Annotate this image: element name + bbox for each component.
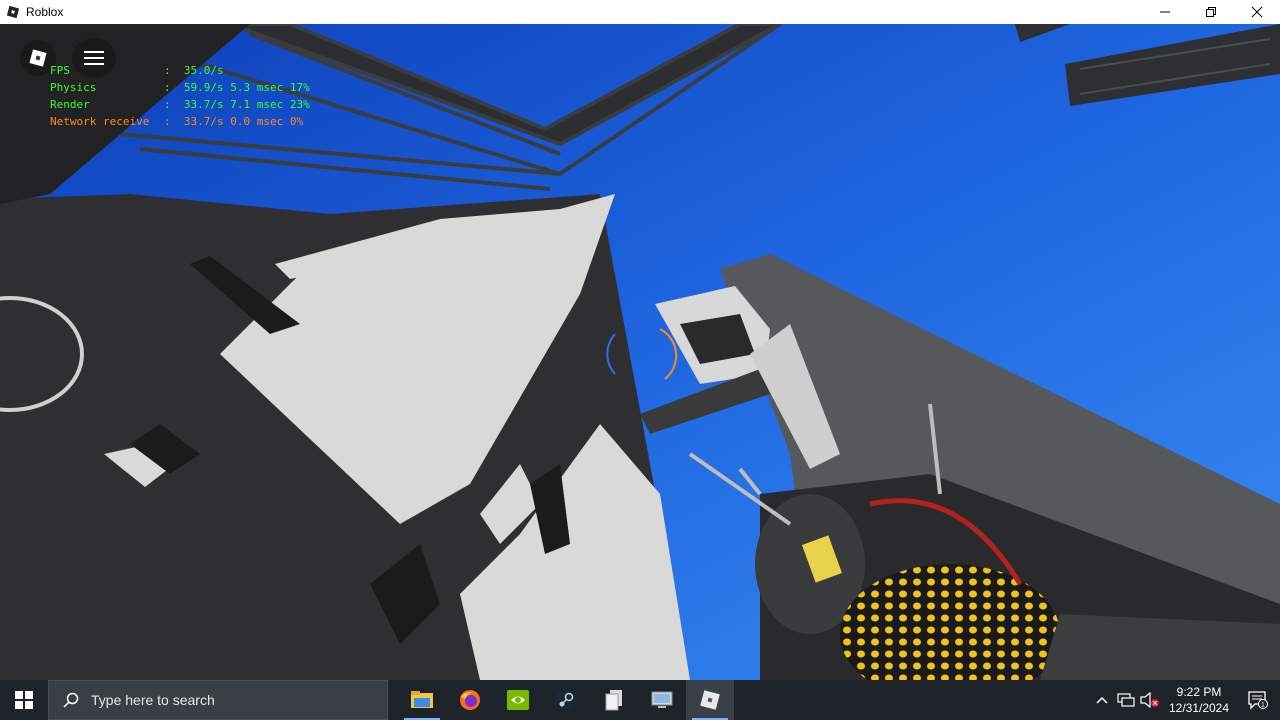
volume-tray-button[interactable] xyxy=(1138,680,1162,720)
start-button[interactable] xyxy=(0,680,48,720)
taskbar-app-firefox[interactable] xyxy=(446,680,494,720)
computer-icon xyxy=(651,691,673,708)
window-title-bar: Roblox xyxy=(0,0,1280,24)
performance-stats: FPS : 35.0/s Physics : 59.9/s 5.3 msec 1… xyxy=(50,62,310,130)
close-button[interactable] xyxy=(1234,0,1280,24)
action-center-button[interactable]: 1 xyxy=(1236,680,1280,720)
windows-icon xyxy=(15,691,33,709)
clock-date: 12/31/2024 xyxy=(1168,701,1230,715)
window-title: Roblox xyxy=(26,5,64,19)
files-icon xyxy=(605,690,622,711)
taskbar-app-file-explorer[interactable] xyxy=(398,680,446,720)
nvidia-icon xyxy=(507,690,529,710)
volume-muted-icon xyxy=(1140,692,1159,708)
taskbar-app-steam[interactable] xyxy=(542,680,590,720)
close-icon xyxy=(1251,6,1263,18)
stat-name: Render xyxy=(50,98,90,111)
show-hidden-icons-button[interactable] xyxy=(1090,680,1114,720)
stat-name: Physics xyxy=(50,81,97,94)
stat-row-physics: Physics : 59.9/s 5.3 msec 17% xyxy=(50,79,310,96)
stat-row-render: Render : 33.7/s 7.1 msec 23% xyxy=(50,96,310,113)
minimize-button[interactable] xyxy=(1142,0,1188,24)
network-icon xyxy=(1117,693,1135,707)
roblox-logo-icon xyxy=(29,49,47,67)
stat-name: Network receive xyxy=(50,115,150,128)
taskbar-app-nvidia[interactable] xyxy=(494,680,542,720)
stat-value: : 33.7/s 7.1 msec 23% xyxy=(164,98,310,111)
stat-value: : 33.7/s 0.0 msec 0% xyxy=(164,115,304,128)
roblox-app-icon xyxy=(6,5,20,19)
search-icon xyxy=(63,692,79,708)
game-viewport[interactable]: FPS : 35.0/s Physics : 59.9/s 5.3 msec 1… xyxy=(0,24,1280,680)
stat-row-network: Network receive : 33.7/s 0.0 msec 0% xyxy=(50,113,310,130)
taskbar-app-roblox[interactable] xyxy=(686,680,734,720)
restore-icon xyxy=(1206,7,1216,17)
taskbar-clock[interactable]: 9:22 PM 12/31/2024 xyxy=(1162,684,1236,716)
notification-count: 1 xyxy=(1261,702,1265,709)
file-explorer-icon xyxy=(411,691,433,708)
restore-button[interactable] xyxy=(1188,0,1234,24)
taskbar-search[interactable]: Type here to search xyxy=(48,680,388,720)
taskbar-app-files[interactable] xyxy=(590,680,638,720)
pinned-apps xyxy=(398,680,734,720)
stat-value: : 59.9/s 5.3 msec 17% xyxy=(164,81,310,94)
network-tray-button[interactable] xyxy=(1114,680,1138,720)
firefox-icon xyxy=(460,690,480,710)
steam-icon xyxy=(556,690,576,710)
stat-value: : 35.0/s xyxy=(164,64,224,77)
search-placeholder: Type here to search xyxy=(91,692,215,708)
chevron-up-icon xyxy=(1096,696,1108,704)
taskbar: Type here to search 9:22 PM 12/31/2024 1 xyxy=(0,680,1280,720)
stat-name: FPS xyxy=(50,64,70,77)
taskbar-app-computer[interactable] xyxy=(638,680,686,720)
notification-icon: 1 xyxy=(1248,691,1268,710)
clock-time: 9:22 PM xyxy=(1176,685,1222,699)
stat-row-fps: FPS : 35.0/s xyxy=(50,62,310,79)
system-tray: 9:22 PM 12/31/2024 1 xyxy=(1090,680,1280,720)
roblox-icon xyxy=(700,690,720,710)
minimize-icon xyxy=(1160,11,1170,13)
